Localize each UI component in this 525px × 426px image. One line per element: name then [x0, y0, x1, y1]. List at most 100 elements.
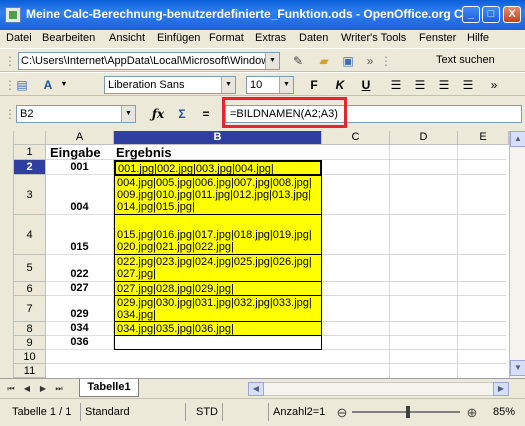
menu-fenster[interactable]: Fenster	[419, 32, 456, 44]
zoom-level[interactable]: 85%	[493, 406, 515, 418]
select-all-corner[interactable]	[14, 131, 46, 145]
cell-a2[interactable]: 001	[46, 160, 114, 175]
search-text-label[interactable]: Text suchen	[436, 54, 495, 66]
zoom-in-icon[interactable]: ⊕	[464, 405, 480, 421]
save-icon[interactable]: ▣	[340, 53, 356, 69]
font-size-dropdown-icon[interactable]: ▼	[279, 77, 293, 93]
edit-file-icon[interactable]: ✎	[290, 53, 306, 69]
name-box-dropdown-icon[interactable]: ▼	[121, 106, 135, 122]
cell-a6[interactable]: 027	[46, 282, 114, 296]
align-center-icon[interactable]: ☰	[412, 77, 428, 93]
row-header-10[interactable]: 10	[14, 350, 46, 364]
toolbar-grip-icon: ⋮	[4, 54, 16, 68]
scroll-down-icon[interactable]: ▼	[510, 360, 525, 376]
cell-a9[interactable]: 036	[46, 336, 114, 350]
horizontal-scrollbar[interactable]: ◀ ▶	[248, 382, 509, 396]
title-bar: Meine Calc-Berechnung-benutzerdefinierte…	[0, 0, 525, 30]
row-header-7[interactable]: 7	[14, 296, 46, 322]
cell-b7[interactable]: 029.jpg|030.jpg|031.jpg|032.jpg|033.jpg|…	[114, 296, 322, 322]
zoom-out-icon[interactable]: ⊖	[334, 405, 350, 421]
font-name-input[interactable]: Liberation Sans ▼	[104, 76, 236, 94]
menu-hilfe[interactable]: Hilfe	[467, 32, 489, 44]
cell-b4[interactable]: 015.jpg|016.jpg|017.jpg|018.jpg|019.jpg|…	[114, 215, 322, 255]
toolbar-options-icon[interactable]: »	[362, 53, 378, 69]
cell-a7[interactable]: 029	[46, 296, 114, 322]
styles-formatting-icon[interactable]: ▤	[14, 77, 30, 93]
name-box[interactable]: B2 ▼	[16, 105, 136, 123]
menu-daten[interactable]: Daten	[299, 32, 328, 44]
selection-count: Anzahl2=1	[273, 406, 326, 418]
cell-b3[interactable]: 004.jpg|005.jpg|006.jpg|007.jpg|008.jpg|…	[114, 176, 322, 215]
cell-a5[interactable]: 022	[46, 255, 114, 282]
cell-b1[interactable]: Ergebnis	[116, 145, 172, 160]
maximize-button[interactable]: □	[482, 6, 500, 23]
toolbar-options-icon-2[interactable]: »	[486, 77, 502, 93]
row-header-11[interactable]: 11	[14, 364, 46, 378]
underline-button[interactable]: U	[358, 77, 374, 93]
cell-a1[interactable]: Eingabe	[50, 145, 101, 160]
align-right-icon[interactable]: ☰	[436, 77, 452, 93]
row-header-9[interactable]: 9	[14, 336, 46, 350]
font-color-icon[interactable]: A	[40, 77, 56, 93]
next-sheet-icon[interactable]: ▶	[36, 382, 50, 396]
toolbar-grip-icon-2: ⋮	[380, 54, 392, 68]
prev-sheet-icon[interactable]: ◀	[20, 382, 34, 396]
url-path-input[interactable]: C:\Users\Internet\AppData\Local\Microsof…	[18, 52, 280, 70]
cell-a8[interactable]: 034	[46, 322, 114, 336]
cell-b8[interactable]: 034.jpg|035.jpg|036.jpg|	[114, 322, 322, 336]
open-folder-icon[interactable]: ▰	[316, 53, 332, 69]
zoom-slider-handle[interactable]	[406, 406, 410, 418]
row-header-4[interactable]: 4	[14, 215, 46, 255]
menu-writers-tools[interactable]: Writer's Tools	[341, 32, 406, 44]
bold-button[interactable]: F	[306, 77, 322, 93]
chevron-down-icon-2[interactable]: ▼	[56, 77, 72, 93]
font-name-dropdown-icon[interactable]: ▼	[221, 77, 235, 93]
cell-b6[interactable]: 027.jpg|028.jpg|029.jpg|	[114, 282, 322, 296]
menu-bearbeiten[interactable]: Bearbeiten	[42, 32, 95, 44]
menu-datei[interactable]: Datei	[6, 32, 32, 44]
sheet-tab-tabelle1[interactable]: Tabelle1	[79, 379, 139, 397]
align-left-icon[interactable]: ☰	[388, 77, 404, 93]
font-size-input[interactable]: 10 ▼	[246, 76, 294, 94]
url-path-text: C:\Users\Internet\AppData\Local\Microsof…	[21, 55, 280, 67]
menu-format[interactable]: Format	[209, 32, 244, 44]
cell-b5[interactable]: 022.jpg|023.jpg|024.jpg|025.jpg|026.jpg|…	[114, 255, 322, 282]
row-header-5[interactable]: 5	[14, 255, 46, 282]
page-style[interactable]: Standard	[85, 406, 130, 418]
column-header-d[interactable]: D	[390, 131, 458, 145]
close-button[interactable]: X	[503, 6, 521, 23]
column-header-a[interactable]: A	[46, 131, 114, 145]
row-header-3[interactable]: 3	[14, 175, 46, 215]
menu-einfuegen[interactable]: Einfügen	[157, 32, 200, 44]
insert-mode[interactable]: STD	[196, 406, 218, 418]
column-header-b[interactable]: B	[114, 131, 322, 145]
first-sheet-icon[interactable]: ⏮	[4, 382, 18, 396]
grid-line	[389, 145, 390, 378]
sum-icon[interactable]: Σ	[174, 106, 190, 122]
annotation-highlight-box	[222, 97, 347, 128]
scroll-right-icon[interactable]: ▶	[493, 382, 509, 396]
menu-ansicht[interactable]: Ansicht	[109, 32, 145, 44]
column-header-e[interactable]: E	[458, 131, 509, 145]
cell-a3[interactable]: 004	[46, 175, 114, 215]
cell-a4[interactable]: 015	[46, 215, 114, 255]
italic-button[interactable]: K	[332, 77, 348, 93]
row-header-1[interactable]: 1	[14, 145, 46, 160]
row-header-6[interactable]: 6	[14, 282, 46, 296]
scroll-left-icon[interactable]: ◀	[248, 382, 264, 396]
last-sheet-icon[interactable]: ⏭	[52, 382, 66, 396]
scroll-up-icon[interactable]: ▲	[510, 131, 525, 147]
chevron-down-icon[interactable]: ▼	[265, 53, 279, 69]
function-wizard-icon[interactable]: ƒx	[150, 106, 166, 122]
menu-extras[interactable]: Extras	[255, 32, 286, 44]
cell-b2[interactable]: 001.jpg|002.jpg|003.jpg|004.jpg|	[114, 160, 322, 176]
cell-b9[interactable]	[114, 336, 322, 350]
row-header-8[interactable]: 8	[14, 322, 46, 336]
row-header-2[interactable]: 2	[14, 160, 46, 175]
function-equals-icon[interactable]: =	[198, 106, 214, 122]
vertical-scrollbar[interactable]: ▲ ▼	[509, 131, 525, 378]
minimize-button[interactable]: _	[462, 6, 480, 23]
column-header-c[interactable]: C	[322, 131, 390, 145]
align-justify-icon[interactable]: ☰	[460, 77, 476, 93]
cell-reference: B2	[20, 108, 34, 120]
